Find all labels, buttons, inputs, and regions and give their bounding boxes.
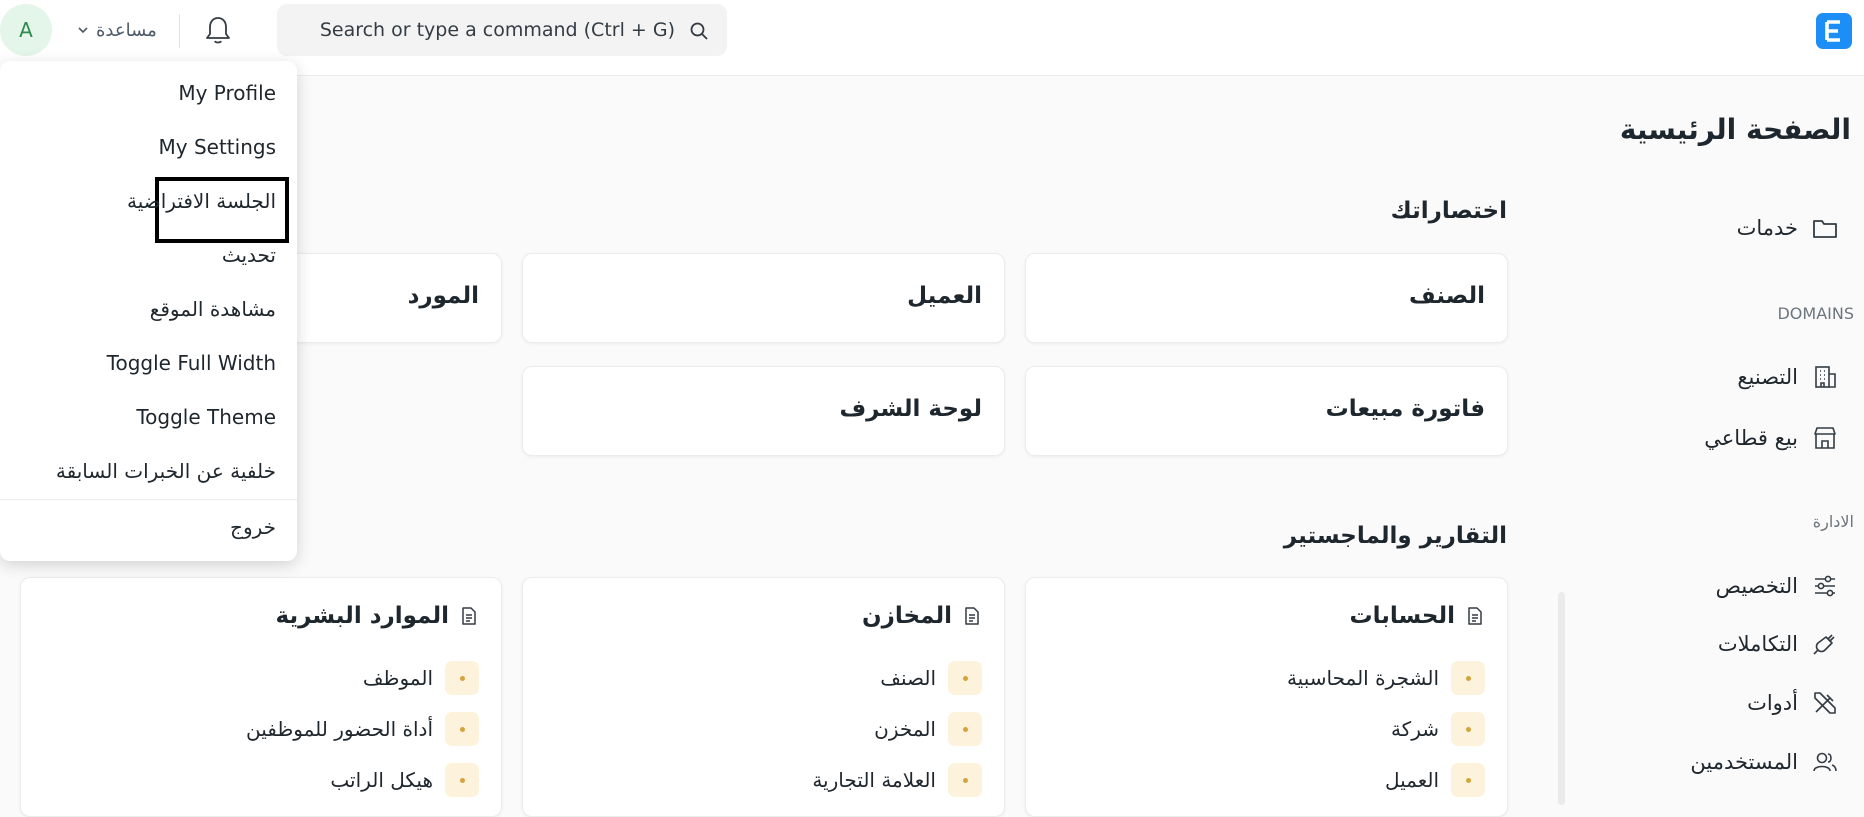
report-card-title-text: الموارد البشرية bbox=[275, 603, 450, 629]
shortcut-card-item[interactable]: الصنف bbox=[1025, 253, 1508, 343]
bullet-dot bbox=[948, 712, 982, 746]
sidebar-item-services[interactable]: خدمات bbox=[1737, 212, 1838, 244]
sidebar-item-label: المستخدمين bbox=[1690, 750, 1798, 774]
sidebar-item-label: التصنيع bbox=[1737, 365, 1798, 389]
menu-item-background-jobs[interactable]: خلفية عن الخبرات السابقة bbox=[56, 459, 276, 483]
menu-item-reload[interactable]: تحديث bbox=[222, 243, 276, 267]
report-card-title-text: الحسابات bbox=[1349, 603, 1455, 629]
report-card-title[interactable]: المخازن bbox=[862, 603, 982, 629]
building-icon bbox=[1815, 366, 1836, 388]
search-input[interactable]: Search or type a command (Ctrl + G) bbox=[320, 19, 675, 41]
search-bar[interactable]: Search or type a command (Ctrl + G) bbox=[277, 4, 727, 56]
report-link-label: أداة الحضور للموظفين bbox=[245, 717, 433, 741]
page-title: الصفحة الرئيسية bbox=[1619, 113, 1851, 146]
bullet-dot bbox=[948, 661, 982, 695]
bullet-dot bbox=[1451, 763, 1485, 797]
report-link[interactable]: شركة bbox=[1391, 712, 1485, 746]
report-link[interactable]: هيكل الراتب bbox=[330, 763, 479, 797]
shortcut-card-sales-invoice[interactable]: فاتورة مبيعات bbox=[1025, 366, 1508, 456]
report-link[interactable]: العلامة التجارية bbox=[812, 763, 982, 797]
help-dropdown[interactable]: مساعدة bbox=[76, 16, 157, 44]
sidebar-item-label: التكاملات bbox=[1717, 632, 1798, 656]
sidebar-item-manufacturing[interactable]: التصنيع bbox=[1737, 361, 1838, 393]
plug-icon bbox=[1813, 634, 1835, 655]
sidebar-item-tools[interactable]: أدوات bbox=[1747, 687, 1838, 719]
help-label: مساعدة bbox=[96, 19, 157, 41]
sidebar-item-label: أدوات bbox=[1747, 691, 1798, 715]
shortcut-label: لوحة الشرف bbox=[839, 396, 982, 422]
report-card-title-text: المخازن bbox=[861, 603, 952, 629]
bullet-dot bbox=[445, 712, 479, 746]
folder-icon bbox=[1813, 220, 1837, 238]
menu-item-my-profile[interactable]: My Profile bbox=[178, 81, 276, 105]
sidebar-item-customization[interactable]: التخصيص bbox=[1716, 570, 1838, 602]
report-card-title[interactable]: الحسابات bbox=[1349, 603, 1485, 629]
menu-item-my-settings[interactable]: My Settings bbox=[159, 135, 276, 159]
sidebar-section-admin: الادارة bbox=[1812, 512, 1854, 531]
bullet-dot bbox=[445, 661, 479, 695]
bell-icon[interactable] bbox=[204, 14, 232, 46]
shortcut-card-leaderboard[interactable]: لوحة الشرف bbox=[522, 366, 1005, 456]
logo-e-mark bbox=[1825, 20, 1840, 42]
shortcut-card-customer[interactable]: العميل bbox=[522, 253, 1005, 343]
user-avatar[interactable]: A bbox=[0, 4, 52, 56]
report-link-label: العلامة التجارية bbox=[812, 768, 936, 792]
menu-divider bbox=[0, 499, 297, 500]
search-icon bbox=[690, 22, 708, 40]
document-icon bbox=[462, 607, 476, 625]
users-icon bbox=[1813, 752, 1837, 772]
menu-item-toggle-theme[interactable]: Toggle Theme bbox=[136, 405, 276, 429]
shortcut-label: فاتورة مبيعات bbox=[1325, 396, 1485, 422]
bullet-dot bbox=[1451, 661, 1485, 695]
shortcut-label: المورد bbox=[407, 283, 479, 309]
report-link[interactable]: الشجرة المحاسبية bbox=[1287, 661, 1485, 695]
sidebar-item-label: بيع قطاعي bbox=[1704, 426, 1798, 450]
scrollbar[interactable] bbox=[1558, 592, 1565, 805]
navbar-divider bbox=[179, 14, 180, 48]
report-link-label: هيكل الراتب bbox=[330, 768, 433, 792]
sidebar-item-retail[interactable]: بيع قطاعي bbox=[1704, 422, 1838, 454]
shortcut-label: العميل bbox=[907, 283, 982, 309]
sidebar-item-label: التخصيص bbox=[1715, 574, 1798, 598]
bullet-dot bbox=[948, 763, 982, 797]
report-link[interactable]: المخزن bbox=[874, 712, 982, 746]
sidebar-section-domains: DOMAINS bbox=[1777, 304, 1854, 323]
sidebar-item-integrations[interactable]: التكاملات bbox=[1718, 628, 1838, 660]
report-link-label: الموظف bbox=[362, 666, 433, 690]
avatar-initial: A bbox=[19, 18, 33, 42]
menu-item-toggle-full-width[interactable]: Toggle Full Width bbox=[107, 351, 276, 375]
report-card-stock: المخازن الصنف المخزن العلامة التجارية bbox=[522, 577, 1005, 817]
shortcut-label: الصنف bbox=[1409, 283, 1485, 309]
document-icon bbox=[1468, 607, 1482, 625]
shortcuts-title: اختصاراتك bbox=[1390, 198, 1507, 224]
sidebar-item-label: خدمات bbox=[1736, 216, 1798, 240]
app-logo[interactable] bbox=[1816, 13, 1852, 49]
sliders-icon bbox=[1815, 575, 1835, 597]
tools-icon bbox=[1814, 692, 1836, 714]
report-link-label: المخزن bbox=[874, 717, 936, 741]
reports-title: التقارير والماجستير bbox=[1283, 523, 1507, 549]
bullet-dot bbox=[445, 763, 479, 797]
bullet-dot bbox=[1451, 712, 1485, 746]
report-link[interactable]: الصنف bbox=[880, 661, 982, 695]
report-link[interactable]: الموظف bbox=[363, 661, 479, 695]
menu-item-logout[interactable]: خروج bbox=[230, 515, 276, 539]
menu-item-session-defaults[interactable]: الجلسة الافتراضية bbox=[127, 189, 276, 213]
report-link-label: الصنف bbox=[880, 666, 936, 690]
report-card-accounts: الحسابات الشجرة المحاسبية شركة العميل bbox=[1025, 577, 1508, 817]
report-card-title[interactable]: الموارد البشرية bbox=[276, 603, 480, 629]
chevron-down-icon bbox=[78, 27, 88, 34]
report-link-label: العميل bbox=[1384, 768, 1439, 792]
user-dropdown-menu: My Profile My Settings الجلسة الافتراضية… bbox=[0, 61, 297, 561]
report-link[interactable]: العميل bbox=[1385, 763, 1485, 797]
menu-item-view-website[interactable]: مشاهدة الموقع bbox=[150, 297, 276, 321]
store-icon bbox=[1814, 427, 1836, 449]
report-card-hr: الموارد البشرية الموظف أداة الحضور للموظ… bbox=[20, 577, 502, 817]
report-link-label: شركة bbox=[1390, 717, 1439, 741]
sidebar-item-users[interactable]: المستخدمين bbox=[1690, 746, 1838, 778]
report-link[interactable]: أداة الحضور للموظفين bbox=[246, 712, 479, 746]
document-icon bbox=[965, 607, 979, 625]
report-link-label: الشجرة المحاسبية bbox=[1286, 666, 1439, 690]
